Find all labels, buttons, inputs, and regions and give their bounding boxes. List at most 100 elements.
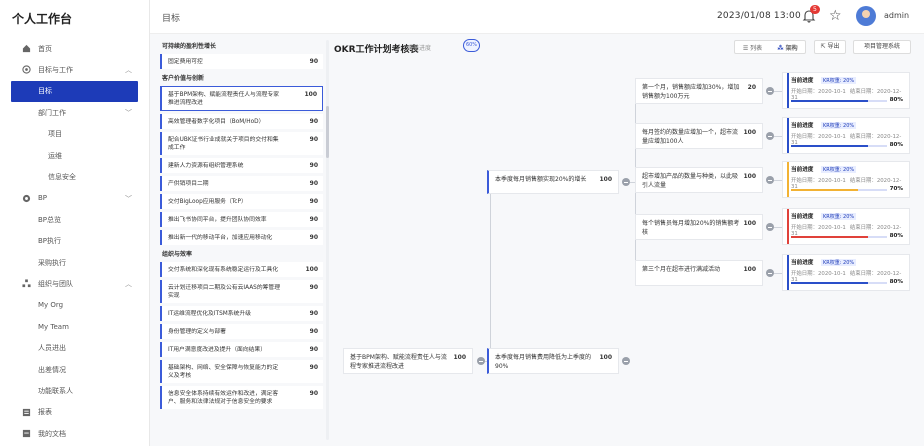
collapse-toggle-icon[interactable] xyxy=(622,357,630,365)
progress-card[interactable]: 当前进度 KR权重: 20% 开始日期：2020-10-1 结束日期：2020-12-… xyxy=(782,117,910,154)
objective-card[interactable]: 基于BPM架构、赋能流程责任人与流程专家推进流程改进 100 xyxy=(160,86,323,111)
sub-kr-node[interactable]: 第三个月在超市进行满减活动 100 xyxy=(635,260,763,286)
progress-fill xyxy=(791,236,868,238)
objective-card[interactable]: 基础架构、网络、安全保障与恢复能力的定义及考核 90 xyxy=(160,360,323,383)
sidebar-item-label: 功能联系人 xyxy=(38,386,73,395)
progress-card[interactable]: 当前进度 KR权重: 20% 开始日期：2020-10-1 结束日期：2020-12-… xyxy=(782,72,910,109)
sidebar-item[interactable]: 部门工作 ﹀ xyxy=(0,102,149,123)
user-name[interactable]: admin xyxy=(884,11,909,20)
sidebar-item[interactable]: 目标 xyxy=(11,80,138,103)
collapse-toggle-icon[interactable] xyxy=(766,223,774,231)
sidebar-item[interactable]: My Org xyxy=(0,295,149,316)
objective-card[interactable]: 推出新一代的移动平台，加速应用移动化 90 xyxy=(160,230,323,245)
collapse-toggle-icon[interactable] xyxy=(622,178,630,186)
sub-kr-node[interactable]: 超市增加产品的数量与种类，以此吸引人流量 100 xyxy=(635,167,763,193)
view-list-button[interactable]: ☰ 列表 xyxy=(735,43,770,52)
objective-text: 身份管理的定义与部署 xyxy=(168,329,226,335)
sidebar-item-label: BP xyxy=(38,194,48,203)
sidebar-item[interactable]: 出差情况 xyxy=(0,359,149,380)
star-icon[interactable]: ☆ xyxy=(829,8,842,24)
chevron-up-icon: ︿ xyxy=(125,66,132,75)
date-range: 开始日期：2020-10-1 结束日期：2020-12-31 xyxy=(787,176,905,190)
sidebar-item[interactable]: 组织与团队 ︿ xyxy=(0,273,149,294)
objective-card[interactable]: IT用户满意度改进及提升（面向结果） 90 xyxy=(160,342,323,357)
collapse-toggle-icon[interactable] xyxy=(766,87,774,95)
objective-card[interactable]: 交付系统和深化现有系统稳定运行及工具化 100 xyxy=(160,262,323,277)
objective-card[interactable]: 交付BigLoop应用服务（TcP） 90 xyxy=(160,194,323,209)
sidebar-item[interactable]: 功能联系人 xyxy=(0,380,149,401)
avatar[interactable] xyxy=(856,6,876,26)
kr-node-text: 本季度每月销售费用降低为上季度的90% xyxy=(495,354,592,370)
scrollbar-thumb[interactable] xyxy=(326,106,329,158)
manage-button[interactable]: 项目管理系统 xyxy=(853,40,911,54)
objective-card[interactable]: 身份管理的定义与部署 90 xyxy=(160,324,323,339)
sidebar-item[interactable]: 采购执行 xyxy=(0,252,149,273)
chevron-up-icon: ︿ xyxy=(125,280,132,289)
objective-card[interactable]: 推出飞书协同平台，提升团队协同效率 90 xyxy=(160,212,323,227)
progress-card[interactable]: 当前进度 KR权重: 20% 开始日期：2020-10-1 结束日期：2020-12-… xyxy=(782,161,910,198)
objective-text: 云计划迁移项目二期及公有云IAAS的筹管理实现 xyxy=(168,285,281,299)
sub-kr-node[interactable]: 每月签约的数量应增加一个，超市流量应增加100人 100 xyxy=(635,123,763,149)
sub-kr-node[interactable]: 第一个月，销售额应增加30%，增加销售额为100万元 20 xyxy=(635,78,763,104)
objective-card[interactable]: 固定费用可控 90 xyxy=(160,54,323,69)
progress-track xyxy=(791,189,887,191)
view-tree-button[interactable]: ⁂ 架构 xyxy=(770,43,805,52)
sidebar-item[interactable]: 项目 xyxy=(0,124,149,145)
sub-kr-node[interactable]: 每个销售员每月增加20%的销售额考核 100 xyxy=(635,214,763,240)
progress-card[interactable]: 当前进度 KR权重: 20% 开始日期：2020-10-1 结束日期：2020-12-… xyxy=(782,254,910,291)
sidebar-item[interactable]: BP ﹀ xyxy=(0,188,149,209)
objective-text: 基于BPM架构、赋能流程责任人与流程专家推进流程改进 xyxy=(168,92,280,106)
kr-node[interactable]: 本季度每月销售费用降低为上季度的90% 100 xyxy=(487,348,619,374)
objective-text: 推出飞书协同平台，提升团队协同效率 xyxy=(168,217,267,223)
collapse-toggle-icon[interactable] xyxy=(766,132,774,140)
sidebar-item[interactable]: 人员进出 xyxy=(0,337,149,358)
sidebar-item-label: 人员进出 xyxy=(38,344,66,353)
doc-icon xyxy=(22,429,31,438)
objective-node[interactable]: 基于BPM架构、赋能流程责任人与流程专家推进流程改进 100 xyxy=(343,348,473,374)
kr-weight: KR权重: 20% xyxy=(821,213,857,220)
objective-text: 固定费用可控 xyxy=(168,59,203,65)
sidebar-item[interactable]: 首页 xyxy=(0,38,149,59)
objective-card[interactable]: 建新人力资源有组织管理系统 90 xyxy=(160,158,323,173)
sidebar-item[interactable]: My Team xyxy=(0,316,149,337)
objective-card[interactable]: 高效管理者数字化项目（BoM/HoD） 90 xyxy=(160,114,323,129)
group-title: 可持续的盈利性增长 xyxy=(162,43,217,50)
objective-card[interactable]: IT运维流程优化及ITSM系统升级 90 xyxy=(160,306,323,321)
collapse-toggle-icon[interactable] xyxy=(766,176,774,184)
sidebar-item[interactable]: 运维 xyxy=(0,145,149,166)
sub-kr-node-value: 100 xyxy=(743,129,756,136)
start-date: 开始日期：2020-10-1 xyxy=(791,178,846,184)
date-range: 开始日期：2020-10-1 结束日期：2020-12-31 xyxy=(787,132,905,146)
sidebar-item[interactable]: BP总览 xyxy=(0,209,149,230)
objective-card[interactable]: 信息安全体系持续有效运作和改进，满足客户、服务和法律法规对于信息安全的要求 90 xyxy=(160,386,323,409)
objective-value: 90 xyxy=(309,216,318,223)
progress-percent: 80% xyxy=(889,142,903,148)
progress-card[interactable]: 当前进度 KR权重: 20% 开始日期：2020-10-1 结束日期：2020-12-… xyxy=(782,208,910,245)
group-title: 客户价值与创新 xyxy=(162,75,205,82)
sub-kr-node-value: 100 xyxy=(743,173,756,180)
top-bar: 目标 2023/01/08 13:00 5 ☆ admin xyxy=(150,0,924,34)
objective-card[interactable]: 配合UBK证书行业成就关于项目的交付和集成工作 90 xyxy=(160,132,323,155)
sidebar-item[interactable]: 目标与工作 ︿ xyxy=(0,59,149,80)
objective-value: 90 xyxy=(309,390,318,397)
sidebar-item[interactable]: BP执行 xyxy=(0,231,149,252)
sidebar-item[interactable]: 信息安全 xyxy=(0,166,149,187)
sidebar-item[interactable]: 报表 xyxy=(0,402,149,423)
sub-kr-node-value: 20 xyxy=(747,84,756,91)
kr-node[interactable]: 本季度每月销售额实现20%的增长 100 xyxy=(487,170,619,194)
manage-label: 项目管理系统 xyxy=(863,43,900,50)
objective-value: 90 xyxy=(309,198,318,205)
collapse-toggle-icon[interactable] xyxy=(477,357,485,365)
sidebar-item-label: 采购执行 xyxy=(38,258,66,267)
export-button[interactable]: ⇱ 导出 xyxy=(814,40,846,54)
collapse-toggle-icon[interactable] xyxy=(766,269,774,277)
start-date: 开始日期：2020-10-1 xyxy=(791,271,846,277)
objective-value: 90 xyxy=(309,364,318,371)
connector-line xyxy=(490,182,491,362)
sidebar-item[interactable]: 我的文档 xyxy=(0,423,149,444)
sub-kr-node-value: 100 xyxy=(743,220,756,227)
objective-card[interactable]: 产供销项目二期 90 xyxy=(160,176,323,191)
progress-card-accent xyxy=(787,118,789,153)
objective-card[interactable]: 云计划迁移项目二期及公有云IAAS的筹管理实现 90 xyxy=(160,280,323,303)
date-range: 开始日期：2020-10-1 结束日期：2020-12-31 xyxy=(787,269,905,283)
